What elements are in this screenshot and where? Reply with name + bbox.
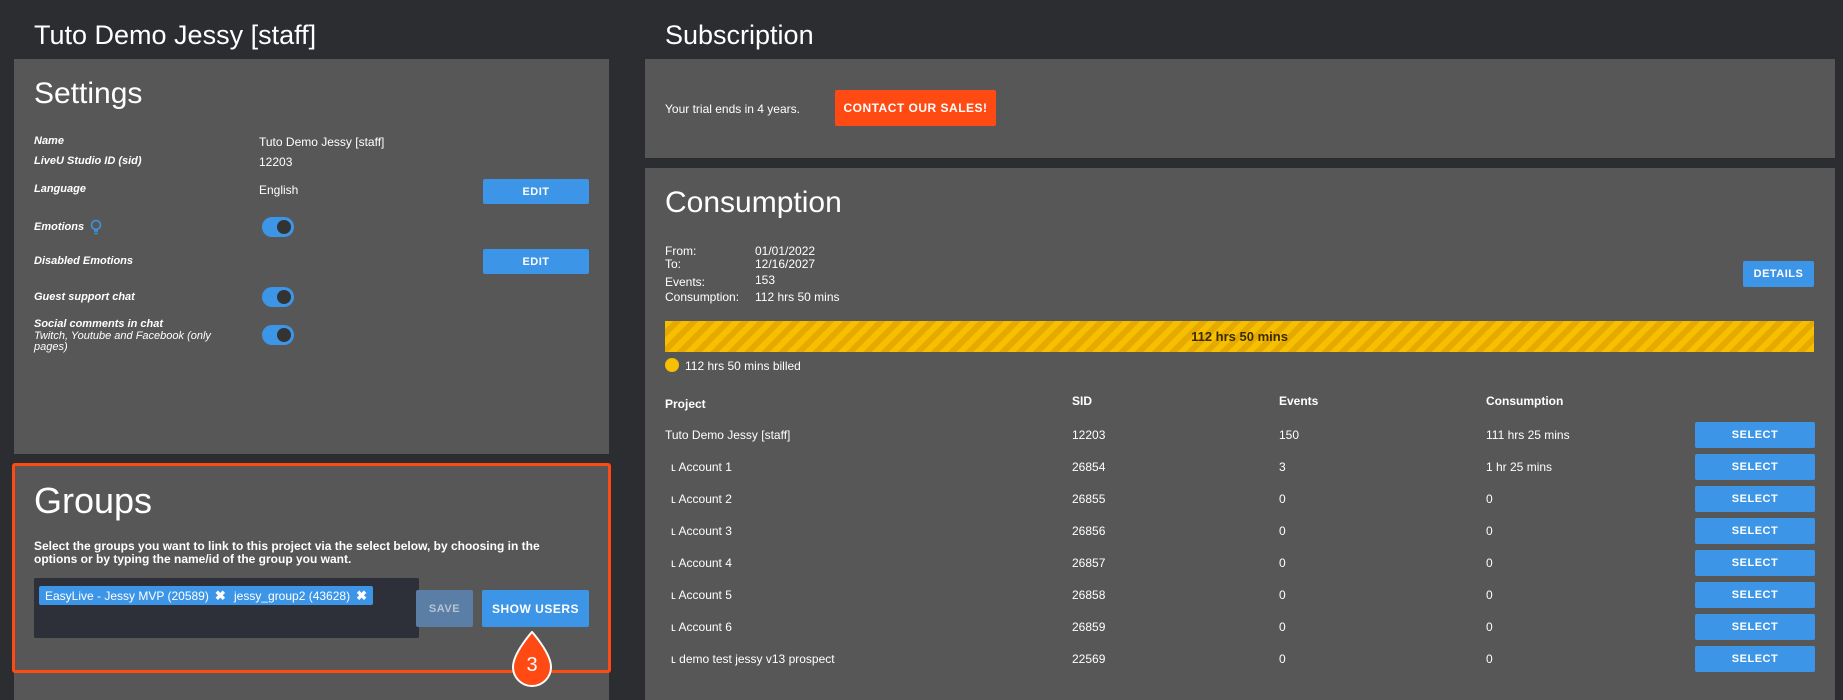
- guest-support-chat-toggle[interactable]: [262, 287, 294, 307]
- select-button[interactable]: SELECT: [1695, 422, 1815, 448]
- details-button[interactable]: DETAILS: [1743, 261, 1814, 287]
- project-cell: ʟ Account 6: [671, 620, 732, 634]
- select-button[interactable]: SELECT: [1695, 646, 1815, 672]
- sid-label: LiveU Studio ID (sid): [34, 155, 142, 167]
- sid-cell: 26859: [1072, 620, 1106, 634]
- project-cell: ʟ demo test jessy v13 prospect: [671, 652, 835, 666]
- social-comments-label: Social comments in chat: [34, 318, 163, 330]
- billed-legend-text: 112 hrs 50 mins billed: [685, 359, 801, 373]
- events-cell: 0: [1279, 556, 1286, 570]
- name-value: Tuto Demo Jessy [staff]: [259, 135, 385, 149]
- column-header-sid: SID: [1072, 394, 1093, 408]
- disabled-emotions-label: Disabled Emotions: [34, 255, 134, 267]
- events-cell: 0: [1279, 524, 1286, 538]
- emotions-label: Emotions: [34, 219, 102, 235]
- consumption-label: Consumption:: [665, 290, 740, 304]
- select-button[interactable]: SELECT: [1695, 486, 1815, 512]
- language-label: Language: [34, 183, 86, 195]
- contact-sales-button[interactable]: CONTACT OUR SALES!: [835, 90, 996, 126]
- column-header-consumption: Consumption: [1486, 394, 1564, 408]
- events-cell: 0: [1279, 588, 1286, 602]
- consumption-progress-bar: 112 hrs 50 mins: [665, 321, 1814, 352]
- project-cell: ʟ Account 4: [671, 556, 732, 570]
- select-button[interactable]: SELECT: [1695, 614, 1815, 640]
- toggle-knob: [277, 290, 291, 304]
- consumption-cell: 0: [1486, 652, 1493, 666]
- project-title: Tuto Demo Jessy [staff]: [34, 20, 317, 50]
- consumption-cell: 0: [1486, 556, 1493, 570]
- guest-support-chat-label: Guest support chat: [34, 291, 135, 303]
- sid-cell: 26856: [1072, 524, 1106, 538]
- column-header-project: Project: [665, 397, 706, 411]
- consumption-cell: 0: [1486, 492, 1493, 506]
- disabled-emotions-edit-button[interactable]: EDIT: [483, 249, 589, 274]
- emotions-toggle[interactable]: [262, 217, 294, 237]
- events-cell: 3: [1279, 460, 1286, 474]
- sid-cell: 22569: [1072, 652, 1106, 666]
- select-button[interactable]: SELECT: [1695, 454, 1815, 480]
- events-cell: 0: [1279, 620, 1286, 634]
- trial-text: Your trial ends in 4 years.: [665, 102, 800, 116]
- events-cell: 0: [1279, 492, 1286, 506]
- project-cell: ʟ Account 2: [671, 492, 732, 506]
- sid-cell: 26857: [1072, 556, 1106, 570]
- events-label: Events:: [665, 275, 706, 289]
- project-cell: ʟ Account 1: [671, 460, 732, 474]
- events-value: 153: [755, 273, 776, 287]
- settings-panel: Settings Name Tuto Demo Jessy [staff] Li…: [14, 59, 609, 454]
- from-label: From:: [665, 244, 697, 258]
- consumption-cell: 111 hrs 25 mins: [1486, 428, 1570, 442]
- project-cell: Tuto Demo Jessy [staff]: [665, 428, 791, 442]
- project-cell: ʟ Account 5: [671, 588, 732, 602]
- from-value: 01/01/2022: [755, 244, 816, 258]
- subscription-panel: Your trial ends in 4 years. CONTACT OUR …: [645, 59, 1835, 158]
- to-value: 12/16/2027: [755, 257, 816, 271]
- select-button[interactable]: SELECT: [1695, 550, 1815, 576]
- sid-cell: 26854: [1072, 460, 1106, 474]
- to-label: To:: [665, 257, 682, 271]
- consumption-cell: 0: [1486, 524, 1493, 538]
- project-cell: ʟ Account 3: [671, 524, 732, 538]
- toggle-knob: [277, 328, 291, 342]
- sid-cell: 26855: [1072, 492, 1106, 506]
- name-label: Name: [34, 135, 64, 147]
- consumption-panel: Consumption From: 01/01/2022 To: 12/16/2…: [645, 168, 1835, 700]
- social-comments-sublabel: Twitch, Youtube and Facebook (only pages…: [34, 330, 211, 353]
- emotions-label-text: Emotions: [34, 221, 85, 233]
- column-header-events: Events: [1279, 394, 1319, 408]
- events-cell: 0: [1279, 652, 1286, 666]
- consumption-progress-text: 112 hrs 50 mins: [1191, 329, 1288, 344]
- events-cell: 150: [1279, 428, 1300, 442]
- select-button[interactable]: SELECT: [1695, 582, 1815, 608]
- lightbulb-icon[interactable]: [90, 219, 102, 235]
- step-callout-number: 3: [526, 654, 538, 676]
- consumption-title: Consumption: [665, 186, 842, 219]
- consumption-cell: 0: [1486, 620, 1493, 634]
- subscription-title: Subscription: [665, 20, 814, 50]
- consumption-cell: 1 hr 25 mins: [1486, 460, 1553, 474]
- sid-cell: 26858: [1072, 588, 1106, 602]
- sid-value: 12203: [259, 155, 293, 169]
- consumption-cell: 0: [1486, 588, 1493, 602]
- social-comments-toggle[interactable]: [262, 325, 294, 345]
- language-edit-button[interactable]: EDIT: [483, 179, 589, 204]
- sid-cell: 12203: [1072, 428, 1106, 442]
- select-button[interactable]: SELECT: [1695, 518, 1815, 544]
- consumption-value: 112 hrs 50 mins: [755, 290, 840, 304]
- billed-legend-dot: [665, 358, 679, 372]
- settings-title: Settings: [34, 77, 143, 110]
- language-value: English: [259, 183, 299, 197]
- toggle-knob: [277, 220, 291, 234]
